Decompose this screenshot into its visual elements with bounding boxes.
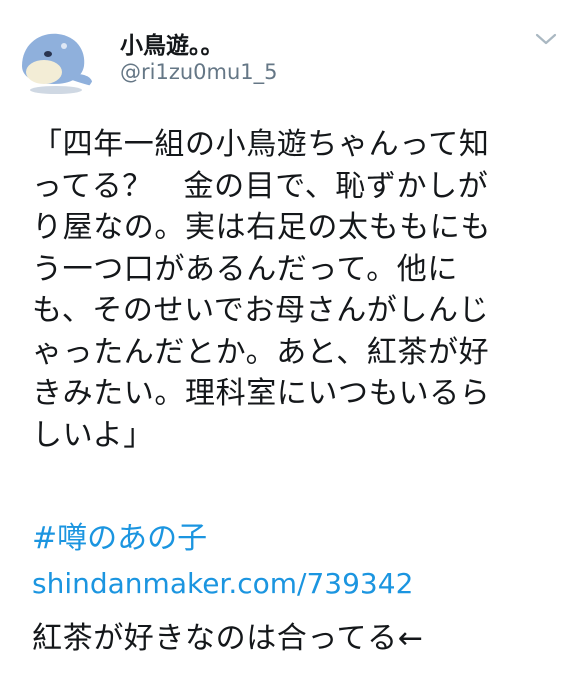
tweet: 小鳥遊。。 @ri1zu0mu1_5 「四年一組の小鳥遊ちゃんって知 ってる？ … — [0, 0, 579, 680]
avatar-image-icon — [14, 18, 98, 102]
tweet-text-line: 「四年一組の小鳥遊ちゃんって知 — [32, 127, 490, 162]
tweet-text-line: ゃったんだとか。あと、紅茶が好 — [32, 334, 490, 370]
tweet-text-line: しいよ」 — [32, 417, 154, 453]
hashtag-link[interactable]: #噂のあの子 — [32, 518, 207, 560]
tweet-text-line: う一つ口があるんだって。他に — [32, 251, 458, 287]
tweet-text-line: きみたい。理科室にいつもいるら — [32, 376, 491, 411]
url-link[interactable]: shindanmaker.com/739342 — [32, 563, 413, 605]
comment-text: 紅茶が好きなのは合ってる← — [32, 621, 424, 656]
display-name[interactable]: 小鳥遊。。 — [120, 26, 224, 60]
tweet-text-line: り屋なの。実は右足の太ももにも — [32, 210, 491, 245]
avatar[interactable] — [14, 18, 98, 102]
chevron-down-icon[interactable] — [534, 30, 558, 48]
tweet-text-line: も、そのせいでお母さんがしんじ — [32, 293, 490, 328]
tweet-text-line: ってる？ 金の目で、恥ずかしが — [32, 168, 489, 204]
tweet-text: 「四年一組の小鳥遊ちゃんって知 ってる？ 金の目で、恥ずかしが り屋なの。実は右… — [32, 124, 552, 456]
user-handle[interactable]: @ri1zu0mu1_5 — [120, 60, 278, 84]
